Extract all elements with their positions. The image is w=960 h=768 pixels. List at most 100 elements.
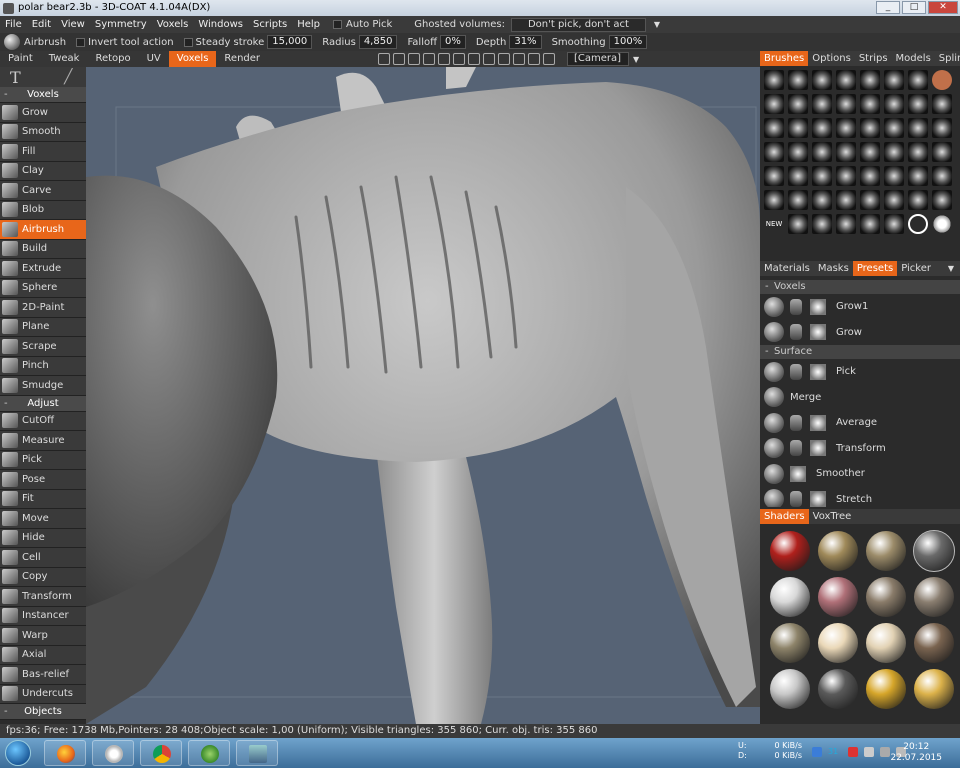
tab-voxtree[interactable]: VoxTree: [809, 509, 856, 524]
brush-alpha[interactable]: [836, 166, 856, 186]
circle-brush-icon[interactable]: [908, 214, 928, 234]
brush-alpha[interactable]: [908, 166, 928, 186]
tool-plane[interactable]: Plane: [0, 317, 86, 337]
brush-icon[interactable]: ╱: [64, 69, 72, 85]
brush-alpha[interactable]: [860, 142, 880, 162]
brush-alpha[interactable]: [836, 70, 856, 90]
chevron-down-icon[interactable]: ▼: [948, 264, 960, 273]
rotate-icon[interactable]: [423, 53, 436, 65]
tab-retopo[interactable]: Retopo: [87, 51, 138, 67]
brush-alpha[interactable]: [884, 70, 904, 90]
gear-icon[interactable]: [932, 214, 952, 234]
brush-alpha[interactable]: [884, 190, 904, 210]
brush-alpha[interactable]: [860, 166, 880, 186]
preset-smoother[interactable]: Smoother: [760, 461, 960, 487]
taskbar-hat-app[interactable]: [92, 740, 134, 766]
brush-alpha[interactable]: [860, 214, 880, 234]
brush-alpha[interactable]: [788, 94, 808, 114]
start-button[interactable]: [5, 740, 31, 766]
shader-swatch[interactable]: [818, 623, 858, 663]
chevron-down-icon[interactable]: ▼: [654, 16, 660, 33]
tool-axial[interactable]: Axial: [0, 645, 86, 665]
brush-alpha[interactable]: [788, 190, 808, 210]
shader-swatch[interactable]: [866, 577, 906, 617]
tool-sphere[interactable]: Sphere: [0, 278, 86, 298]
tool-grow[interactable]: Grow: [0, 103, 86, 123]
brush-alpha[interactable]: [812, 70, 832, 90]
3d-viewport[interactable]: [86, 67, 760, 724]
brush-alpha[interactable]: [908, 94, 928, 114]
brush-alpha[interactable]: [836, 190, 856, 210]
menu-view[interactable]: View: [56, 16, 90, 33]
minimize-button[interactable]: _: [876, 1, 900, 14]
brush-alpha[interactable]: [908, 190, 928, 210]
tab-presets[interactable]: Presets: [852, 261, 898, 276]
brush-alpha[interactable]: [860, 70, 880, 90]
menu-voxels[interactable]: Voxels: [152, 16, 194, 33]
tool-hide[interactable]: Hide: [0, 528, 86, 548]
tab-splines[interactable]: Splines: [935, 51, 960, 66]
brush-alpha[interactable]: [884, 214, 904, 234]
brush-alpha[interactable]: [812, 166, 832, 186]
shader-swatch[interactable]: [770, 577, 810, 617]
tab-uv[interactable]: UV: [139, 51, 169, 67]
brush-alpha[interactable]: [884, 118, 904, 138]
shader-swatch[interactable]: [818, 531, 858, 571]
tab-brushes[interactable]: Brushes: [760, 51, 809, 66]
new-brush-button[interactable]: NEW: [764, 214, 784, 234]
clock[interactable]: 20:12 22.07.2015: [890, 742, 942, 764]
preset-grow[interactable]: Grow: [760, 320, 960, 346]
chevron-down-icon[interactable]: ▼: [633, 55, 639, 64]
brush-alpha[interactable]: [908, 142, 928, 162]
menu-symmetry[interactable]: Symmetry: [90, 16, 152, 33]
brush-alpha[interactable]: [764, 190, 784, 210]
shader-swatch[interactable]: [770, 531, 810, 571]
taskbar-3dcoat[interactable]: [188, 740, 230, 766]
tool-clay[interactable]: Clay: [0, 161, 86, 181]
steady-stroke-input[interactable]: 15,000: [267, 35, 313, 49]
tab-voxels[interactable]: Voxels: [168, 51, 217, 67]
tool-2d-paint[interactable]: 2D-Paint: [0, 298, 86, 318]
shader-swatch[interactable]: [818, 577, 858, 617]
shader-swatch[interactable]: [866, 669, 906, 709]
brush-alpha[interactable]: [932, 142, 952, 162]
light-icon[interactable]: [393, 53, 406, 65]
brush-alpha[interactable]: [836, 214, 856, 234]
steady-stroke-checkbox[interactable]: [183, 37, 193, 47]
fit-icon[interactable]: [453, 53, 466, 65]
tab-picker[interactable]: Picker: [897, 261, 935, 276]
tab-render[interactable]: Render: [216, 51, 268, 67]
preset-pick[interactable]: Pick: [760, 359, 960, 385]
text-tool-icon[interactable]: T: [10, 68, 21, 87]
tool-pinch[interactable]: Pinch: [0, 356, 86, 376]
tab-masks[interactable]: Masks: [814, 261, 853, 276]
brush-alpha[interactable]: [860, 190, 880, 210]
tool-transform[interactable]: Transform: [0, 587, 86, 607]
tool-smooth[interactable]: Smooth: [0, 122, 86, 142]
depth-input[interactable]: 31%: [509, 35, 542, 49]
globe-icon[interactable]: [543, 53, 556, 65]
snap-icon[interactable]: [378, 53, 391, 65]
invert-checkbox[interactable]: [76, 37, 86, 47]
tool-measure[interactable]: Measure: [0, 431, 86, 451]
tool-airbrush[interactable]: Airbrush: [0, 220, 86, 240]
menu-edit[interactable]: Edit: [27, 16, 56, 33]
section-adjust[interactable]: Adjust: [0, 395, 86, 412]
brush-alpha[interactable]: [764, 94, 784, 114]
menu-windows[interactable]: Windows: [193, 16, 248, 33]
close-button[interactable]: ✕: [928, 1, 958, 14]
tray-counter[interactable]: 31: [828, 747, 838, 756]
preset-average[interactable]: Average: [760, 410, 960, 436]
taskbar-chrome[interactable]: [140, 740, 182, 766]
tool-cutoff[interactable]: CutOff: [0, 411, 86, 431]
tool-carve[interactable]: Carve: [0, 181, 86, 201]
tool-blob[interactable]: Blob: [0, 200, 86, 220]
shader-swatch[interactable]: [914, 669, 954, 709]
brush-alpha[interactable]: [788, 142, 808, 162]
tool-build[interactable]: Build: [0, 239, 86, 259]
brush-alpha[interactable]: [908, 70, 928, 90]
brush-alpha[interactable]: [884, 142, 904, 162]
auto-pick-checkbox[interactable]: [333, 20, 343, 29]
brush-alpha[interactable]: [884, 166, 904, 186]
brush-alpha[interactable]: [932, 190, 952, 210]
